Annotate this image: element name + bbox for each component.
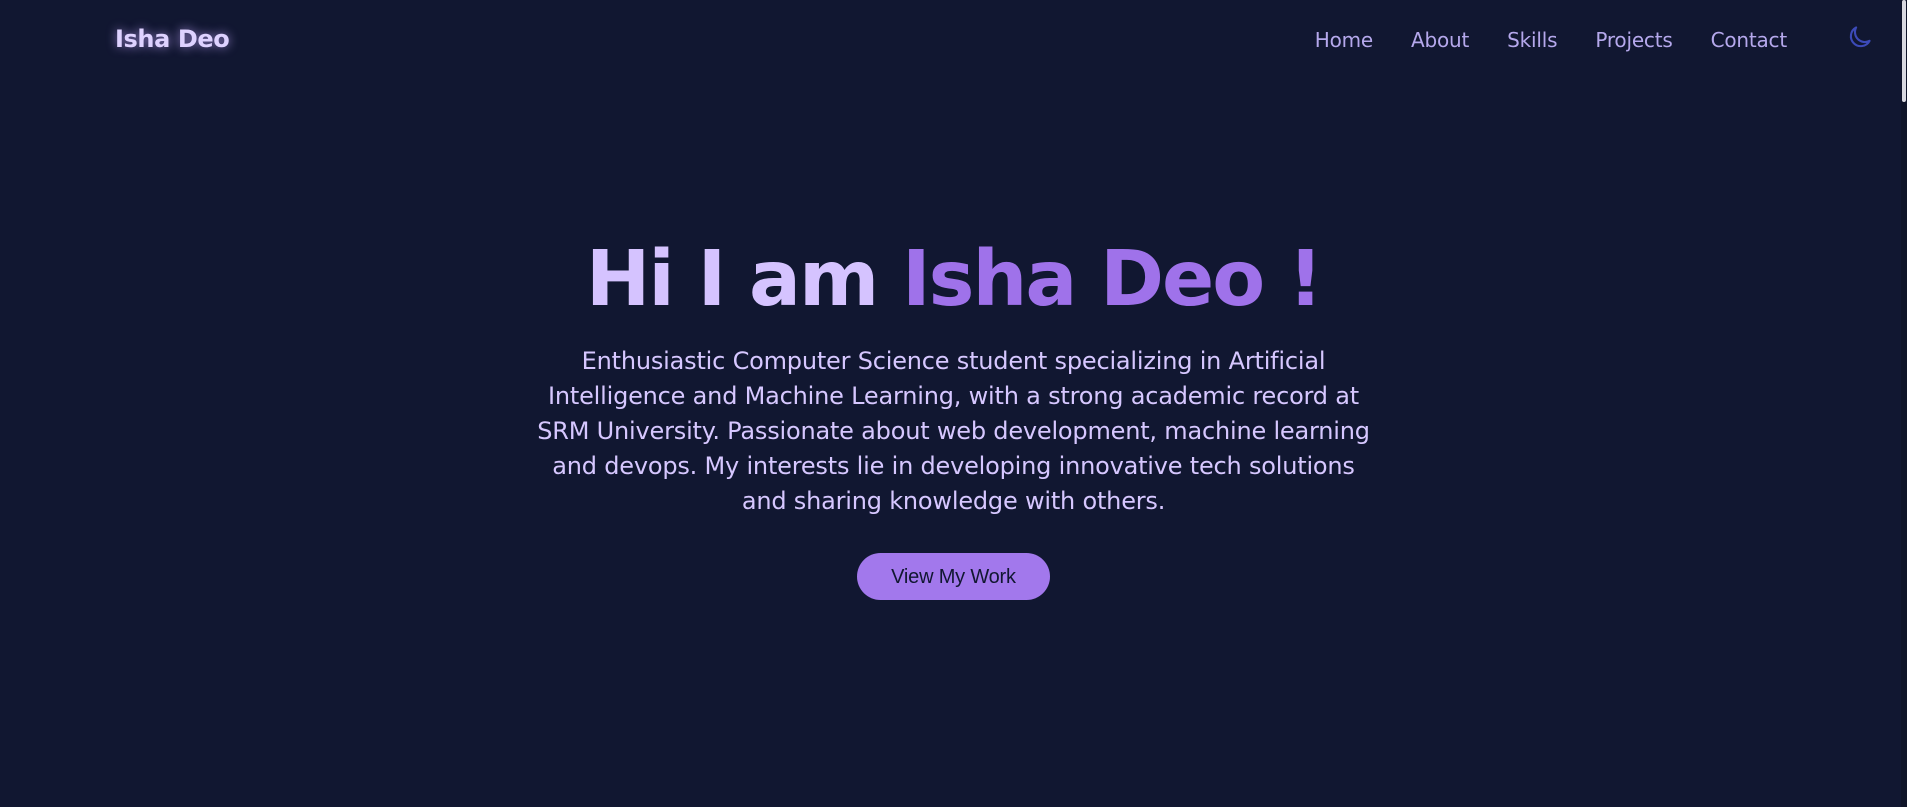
page-scrollbar[interactable] [1901, 0, 1907, 807]
view-my-work-button[interactable]: View My Work [857, 553, 1050, 600]
nav-home-link[interactable]: Home [1315, 28, 1373, 52]
moon-icon [1849, 26, 1871, 48]
nav-links: Home About Skills Projects Contact [1315, 28, 1787, 52]
hero-description: Enthusiastic Computer Science student sp… [537, 347, 1370, 515]
portfolio-page: Isha Deo Home About Skills Projects Cont… [0, 0, 1907, 807]
theme-toggle-button[interactable] [1845, 22, 1875, 52]
scrollbar-thumb[interactable] [1902, 0, 1906, 102]
nav-contact-link[interactable]: Contact [1711, 28, 1788, 52]
hero-title-name: Isha Deo ! [902, 235, 1323, 324]
hero-title-prefix: Hi I am [585, 235, 903, 324]
hero-title: Hi I am Isha Deo ! [0, 235, 1907, 325]
nav-about-link[interactable]: About [1411, 28, 1469, 52]
navbar: Isha Deo Home About Skills Projects Cont… [0, 0, 1907, 84]
nav-skills-link[interactable]: Skills [1507, 28, 1557, 52]
hero-section: Hi I am Isha Deo ! Enthusiastic Computer… [0, 235, 1907, 600]
nav-projects-link[interactable]: Projects [1595, 28, 1672, 52]
logo[interactable]: Isha Deo [115, 25, 230, 53]
